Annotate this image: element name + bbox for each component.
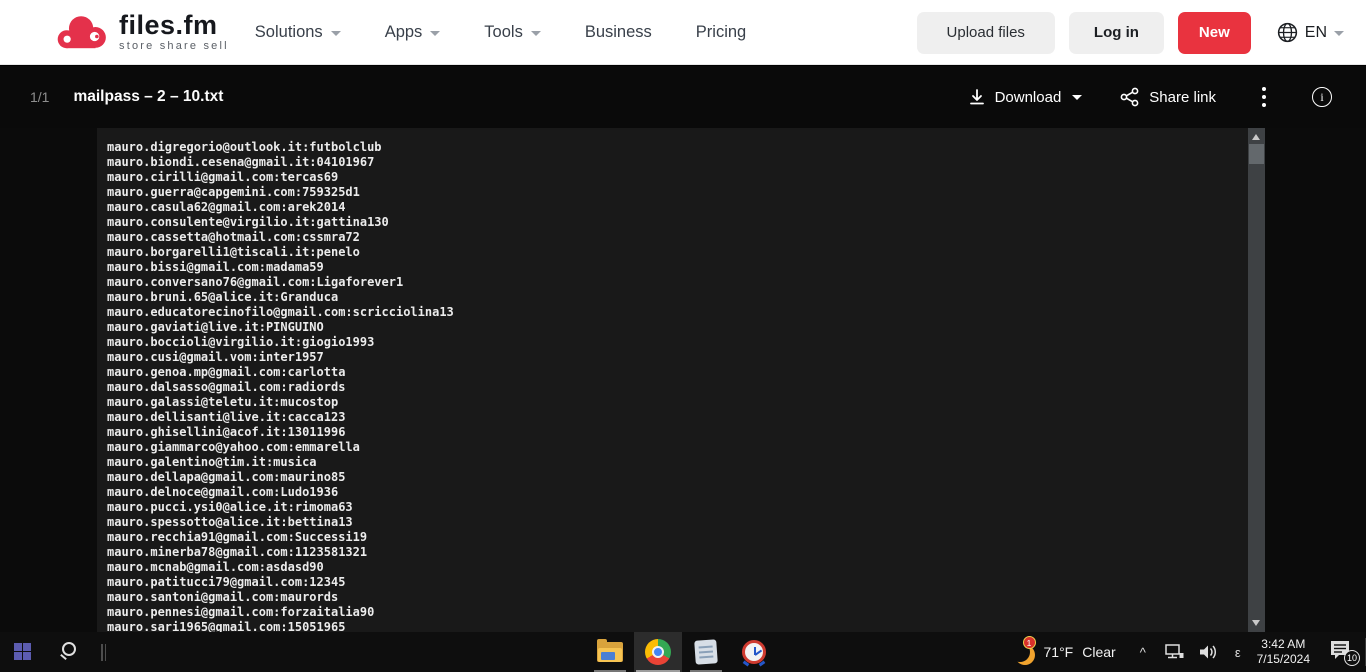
weather-moon-icon[interactable]: 1: [1008, 636, 1036, 665]
logo-tagline: store share sell: [119, 40, 229, 52]
download-label: Download: [994, 88, 1062, 106]
nav-label: Business: [584, 22, 652, 41]
download-icon: [969, 89, 984, 105]
info-icon[interactable]: i: [1312, 87, 1332, 107]
clock-date: 7/15/2024: [1256, 652, 1310, 666]
scroll-down-arrow[interactable]: [1252, 620, 1260, 626]
share-icon: [1120, 87, 1139, 107]
scrollbar[interactable]: [1248, 128, 1265, 632]
taskbar-separator: [101, 644, 106, 661]
volume-icon[interactable]: [1197, 643, 1219, 661]
nav-label: Apps: [384, 22, 423, 41]
files-fm-logo[interactable]: files.fm store share sell: [55, 10, 229, 54]
download-button[interactable]: Download: [968, 88, 1083, 106]
nav-item-tools[interactable]: Tools: [484, 23, 541, 42]
file-explorer-icon[interactable]: [586, 632, 634, 672]
cloud-logo-icon: [57, 16, 106, 49]
nav-label: Pricing: [695, 22, 747, 41]
scrollbar-thumb[interactable]: [1249, 144, 1264, 164]
login-button[interactable]: Log in: [1068, 11, 1164, 54]
screen: files.fm store share sell Solutions Apps…: [0, 0, 1366, 672]
logo-title: files.fm: [119, 10, 218, 40]
windows-taskbar: 1 71°F Clear ^ ε 3:42 AM 7/15/2024 10: [0, 632, 1366, 672]
language-label: EN: [1304, 23, 1327, 41]
nav-item-pricing[interactable]: Pricing: [696, 23, 746, 42]
nav-item-solutions[interactable]: Solutions: [255, 23, 341, 42]
weather-temp[interactable]: 71°F: [1044, 644, 1074, 660]
alarm-clock-icon[interactable]: [730, 632, 778, 672]
chevron-up-icon[interactable]: ^: [1140, 645, 1146, 660]
file-content: mauro.digregorio@outlook.it:futbolclub m…: [107, 140, 454, 632]
nav-item-apps[interactable]: Apps: [385, 23, 441, 42]
site-header: files.fm store share sell Solutions Apps…: [0, 0, 1366, 65]
notification-count-badge: 10: [1344, 650, 1360, 666]
start-button-icon[interactable]: [14, 643, 31, 660]
chevron-down-icon: [1072, 94, 1083, 100]
chevron-down-icon: [330, 30, 341, 36]
tray-language-glyph[interactable]: ε: [1235, 645, 1241, 660]
nav-label: Tools: [484, 22, 523, 41]
weather-condition[interactable]: Clear: [1082, 644, 1115, 660]
share-link-button[interactable]: Share link: [1120, 87, 1216, 107]
nav-item-business[interactable]: Business: [585, 23, 652, 42]
clock-time: 3:42 AM: [1261, 637, 1306, 651]
taskbar-apps: [586, 632, 778, 672]
file-preview-area: mauro.digregorio@outlook.it:futbolclub m…: [0, 128, 1366, 632]
notepad-icon[interactable]: [682, 632, 730, 672]
page-indicator: 1/1: [30, 89, 50, 105]
file-toolbar: 1/1 mailpass – 2 – 10.txt Download Share…: [0, 66, 1366, 128]
kebab-menu-icon[interactable]: [1254, 83, 1274, 111]
language-selector[interactable]: EN: [1277, 22, 1344, 43]
system-tray: 1 71°F Clear ^ ε 3:42 AM 7/15/2024 10: [1008, 632, 1360, 672]
chrome-icon[interactable]: [634, 632, 682, 672]
file-actions: Download Share link i: [968, 66, 1332, 128]
network-icon[interactable]: [1163, 643, 1185, 661]
chevron-down-icon: [430, 30, 441, 36]
main-nav: Solutions Apps Tools Business Pricing: [255, 23, 746, 42]
globe-icon: [1277, 22, 1297, 43]
chevron-down-icon: [530, 30, 541, 36]
search-icon[interactable]: [58, 641, 80, 663]
chevron-down-icon: [1334, 31, 1344, 36]
header-actions: Upload files Log in New EN: [916, 0, 1344, 65]
notification-center-icon[interactable]: 10: [1328, 639, 1360, 666]
new-button[interactable]: New: [1177, 11, 1251, 54]
scroll-up-arrow[interactable]: [1252, 134, 1260, 140]
nav-label: Solutions: [254, 22, 323, 41]
taskbar-clock[interactable]: 3:42 AM 7/15/2024: [1257, 637, 1310, 667]
file-title: mailpass – 2 – 10.txt: [73, 88, 224, 105]
text-viewer-panel: mauro.digregorio@outlook.it:futbolclub m…: [97, 128, 1265, 632]
weather-badge: 1: [1022, 636, 1036, 649]
share-link-label: Share link: [1149, 88, 1216, 106]
upload-files-button[interactable]: Upload files: [916, 11, 1055, 54]
